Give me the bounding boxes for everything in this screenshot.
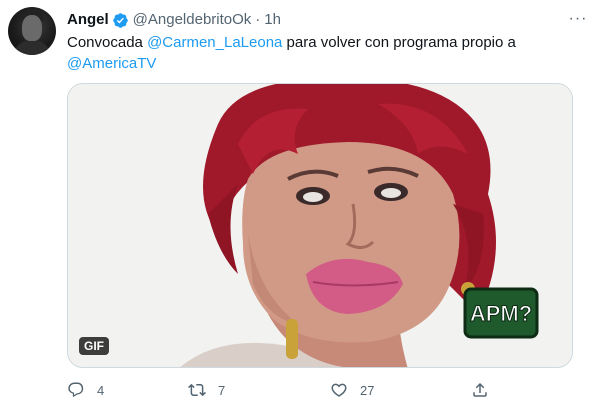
reply-button[interactable]: 4 [67, 378, 104, 402]
share-icon [473, 382, 487, 397]
avatar-shirt [14, 41, 50, 55]
apm-sign-logo: APM? [463, 287, 539, 339]
retweet-icon [188, 383, 206, 397]
share-button[interactable] [471, 378, 489, 402]
retweet-button[interactable]: 7 [188, 378, 225, 402]
gif-badge: GIF [79, 337, 109, 355]
tweet-text-part: Convocada [67, 34, 148, 51]
author-handle[interactable]: @AngeldebritoOk [133, 10, 252, 30]
avatar[interactable] [8, 7, 56, 55]
tweet-header: Angel @AngeldebritoOk · 1h [67, 10, 593, 30]
heart-icon [331, 383, 347, 397]
more-icon[interactable]: ··· [567, 9, 589, 29]
mention-link[interactable]: @AmericaTV [67, 55, 156, 72]
tweet-text-part: para volver con programa propio a [282, 34, 516, 51]
gif-media[interactable]: APM? GIF [67, 83, 573, 368]
tweet[interactable]: Angel @AngeldebritoOk · 1h ··· Convocada… [0, 0, 603, 407]
verified-badge-icon [112, 12, 129, 29]
separator-dot: · [255, 11, 261, 28]
avatar-face [22, 15, 42, 41]
gif-illustration: APM? [68, 84, 572, 367]
author-name[interactable]: Angel [67, 10, 109, 30]
reply-icon [68, 382, 84, 398]
tweet-text: Convocada @Carmen_LaLeona para volver co… [67, 32, 567, 74]
retweet-count: 7 [218, 382, 226, 398]
mention-link[interactable]: @Carmen_LaLeona [147, 34, 282, 51]
like-button[interactable]: 27 [330, 378, 374, 402]
tweet-actions: 4 7 27 [67, 378, 507, 402]
reply-count: 4 [97, 382, 105, 398]
tweet-timestamp[interactable]: 1h [264, 10, 281, 30]
apm-sign-text: APM? [470, 301, 532, 326]
like-count: 27 [360, 382, 375, 398]
